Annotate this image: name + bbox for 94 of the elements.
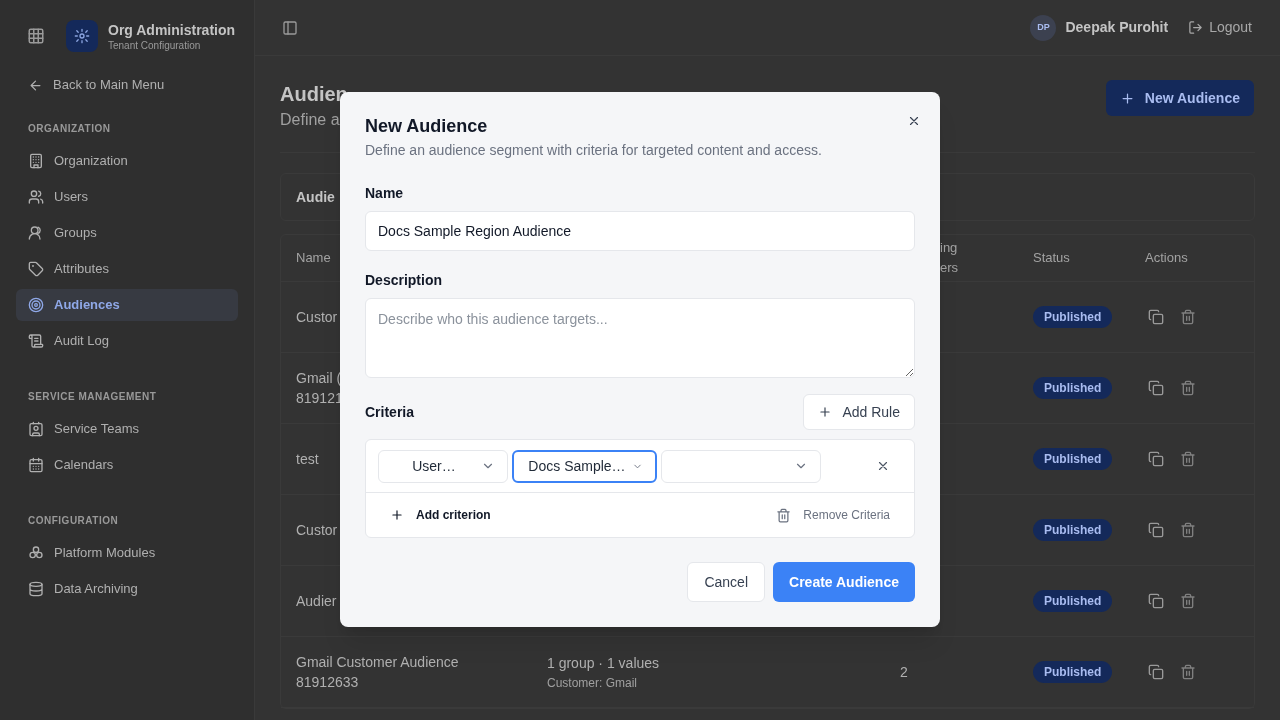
nav-item[interactable]: Users	[16, 181, 238, 213]
nav-item[interactable]: Attributes	[16, 253, 238, 285]
app-title: Org Administration	[108, 20, 236, 39]
add-rule-button[interactable]: Add Rule	[803, 394, 915, 430]
description-input[interactable]: Describe who this audience targets...	[365, 298, 915, 378]
copy-icon	[1148, 664, 1164, 680]
copy-icon	[1148, 522, 1164, 538]
database-icon	[28, 581, 44, 597]
status-badge: Published	[1033, 377, 1113, 399]
field-label: Description	[365, 271, 442, 290]
remove-criteria-button[interactable]: Remove Criteria	[776, 506, 890, 524]
duplicate-button[interactable]	[1148, 663, 1166, 681]
section-heading: CONFIGURATION	[28, 514, 120, 528]
page-title: Audien	[280, 82, 348, 107]
create-audience-button[interactable]: Create Audience	[773, 562, 915, 602]
nav-item[interactable]: Organization	[16, 145, 238, 177]
status-badge: Published	[1033, 519, 1113, 541]
nav-item[interactable]: Audiences	[16, 289, 238, 321]
status-badge: Published	[1033, 661, 1113, 683]
copy-icon	[1148, 380, 1164, 396]
criteria-detail: Customer: Gmail	[547, 675, 639, 692]
close-icon	[907, 114, 921, 128]
trash-icon	[776, 507, 792, 523]
logout-icon	[1188, 20, 1204, 35]
logout-button[interactable]: Logout	[1188, 17, 1252, 38]
nav-item[interactable]: Service Teams	[16, 413, 238, 445]
building-icon	[28, 153, 44, 169]
criteria-summary: 1 group · 1 values	[547, 654, 661, 673]
status-badge: Published	[1033, 306, 1113, 328]
arrow-left-icon	[28, 77, 43, 93]
app-subtitle: Tenant Configuration	[108, 38, 202, 52]
trash-icon	[1180, 309, 1196, 325]
criterion-select[interactable]: User…	[378, 449, 508, 483]
target-icon	[28, 297, 44, 313]
field-label: Criteria	[365, 402, 415, 422]
nav-item[interactable]: Data Archiving	[16, 573, 238, 605]
user-name: Deepak Purohit	[1065, 18, 1169, 37]
user-group-icon	[28, 225, 44, 241]
nav-item[interactable]: Groups	[16, 217, 238, 249]
name-input[interactable]: Docs Sample Region Audience	[365, 211, 915, 251]
plus-icon	[818, 405, 833, 419]
modules-icon	[28, 545, 44, 561]
status-badge: Published	[1033, 448, 1113, 470]
section-heading: ORGANIZATION	[28, 122, 112, 136]
copy-icon	[1148, 451, 1164, 467]
audience-name: Audier	[296, 592, 337, 611]
sidebar-toggle-icon	[282, 19, 298, 36]
back-link[interactable]: Back to Main Menu	[28, 73, 165, 97]
trash-icon	[1180, 664, 1196, 680]
close-icon	[876, 459, 890, 473]
field-label: Name	[365, 184, 404, 203]
audience-name: test	[296, 450, 319, 469]
trash-icon	[1180, 522, 1196, 538]
dialog-description: Define an audience segment with criteria for targeted content and access.	[365, 141, 822, 160]
status-badge: Published	[1033, 590, 1113, 612]
member-count: 2	[900, 662, 908, 682]
trash-icon	[1180, 593, 1196, 609]
audience-name: Custor	[296, 308, 338, 327]
duplicate-button[interactable]	[1148, 592, 1166, 610]
cancel-button[interactable]: Cancel	[687, 562, 766, 602]
copy-icon	[1148, 593, 1164, 609]
scroll-icon	[28, 333, 44, 349]
apps-grid-icon	[27, 27, 45, 45]
plus-icon	[390, 508, 404, 522]
dialog-title: New Audience	[365, 115, 489, 138]
audience-name: Gmail Customer Audience 81912633	[296, 653, 459, 692]
duplicate-button[interactable]	[1148, 379, 1166, 397]
nav-item[interactable]: Audit Log	[16, 325, 238, 357]
audience-name: Custor	[296, 521, 338, 540]
new-audience-button[interactable]: New Audience	[1105, 80, 1254, 116]
page-subtitle: Define a	[280, 110, 340, 130]
criterion-select[interactable]: Docs Sample…	[512, 449, 657, 483]
trash-icon	[1180, 380, 1196, 396]
column-header: Status	[1033, 249, 1070, 267]
duplicate-button[interactable]	[1148, 450, 1166, 468]
add-criterion-button[interactable]: Add criterion	[390, 506, 491, 524]
nav-item[interactable]: Platform Modules	[16, 537, 238, 569]
plus-icon	[1119, 90, 1135, 106]
users-icon	[28, 189, 44, 205]
duplicate-button[interactable]	[1148, 521, 1166, 539]
calendar-icon	[28, 457, 44, 473]
column-header: Name	[296, 249, 331, 267]
duplicate-button[interactable]	[1148, 308, 1166, 326]
card-title: Audie	[296, 187, 335, 207]
section-heading: SERVICE MANAGEMENT	[28, 390, 158, 404]
nav-item[interactable]: Calendars	[16, 449, 238, 481]
column-header: ing ers	[940, 239, 959, 277]
id-badge-icon	[28, 421, 44, 437]
user-avatar: DP	[1030, 14, 1057, 41]
trash-icon	[1180, 451, 1196, 467]
tag-icon	[28, 261, 44, 277]
gear-icon	[74, 28, 90, 44]
copy-icon	[1148, 309, 1164, 325]
column-header: Actions	[1145, 249, 1188, 267]
